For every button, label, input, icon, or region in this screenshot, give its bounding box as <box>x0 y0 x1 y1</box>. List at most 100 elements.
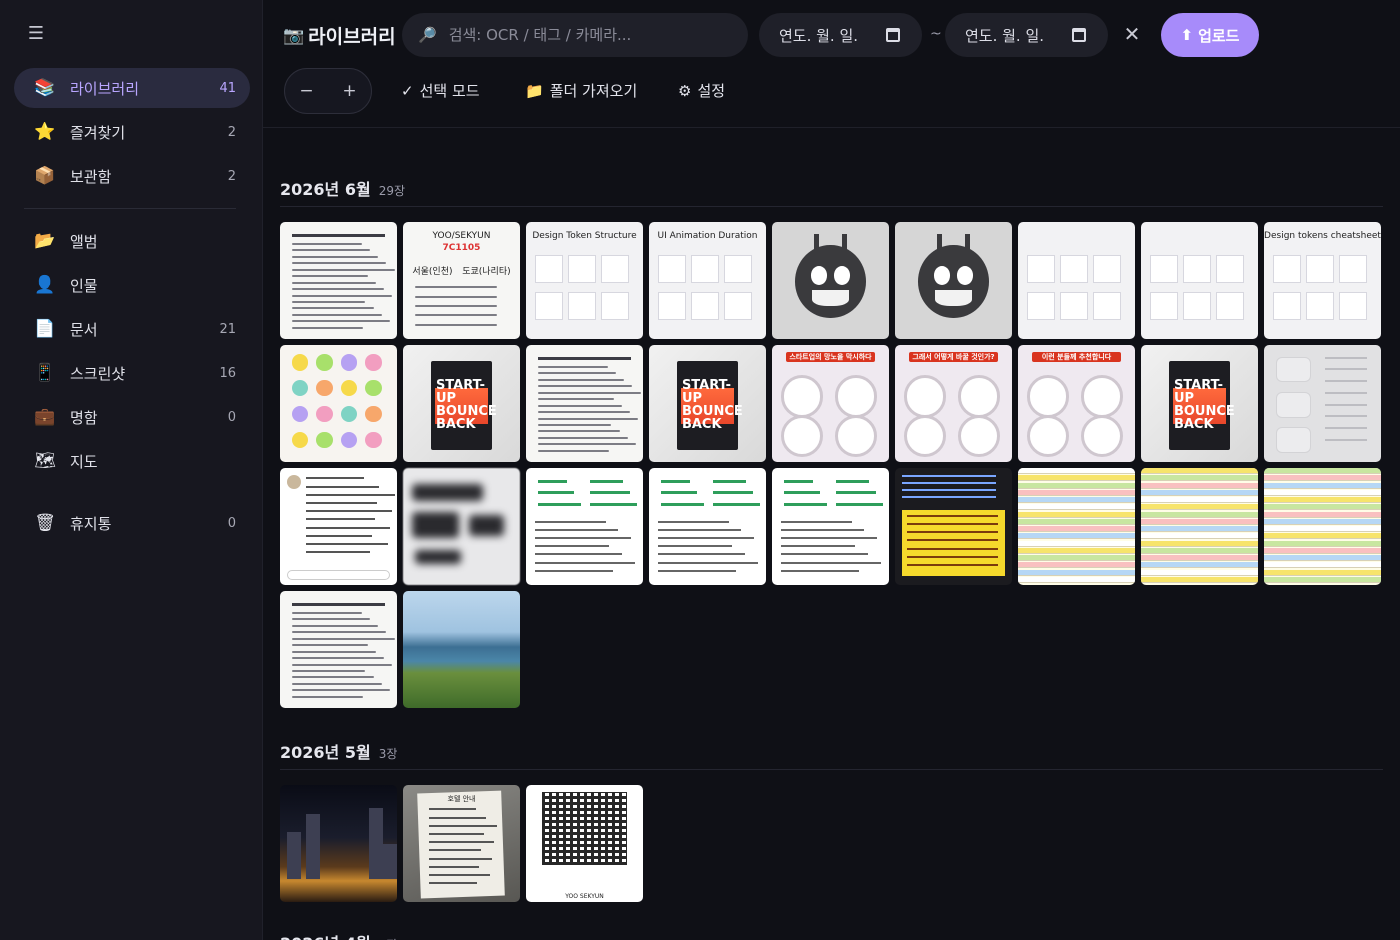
sheet-row <box>1141 576 1258 583</box>
highlighted-text-screenshot[interactable] <box>895 468 1012 585</box>
ui-line <box>1324 426 1367 429</box>
sidebar-item-count: 0 <box>227 409 236 425</box>
ui-line <box>1324 368 1367 371</box>
spreadsheet-screenshot-2[interactable] <box>1141 468 1258 585</box>
review-screenshot-1[interactable] <box>526 468 643 585</box>
slide-box <box>1150 254 1179 283</box>
rating-bar <box>660 479 690 483</box>
sidebar-item[interactable]: 💼 명함 0 <box>14 397 250 437</box>
review-screenshot-3[interactable] <box>772 468 889 585</box>
rating-bar <box>836 503 884 507</box>
blurred-screenshot[interactable] <box>403 468 520 585</box>
sidebar-item[interactable]: ⭐ 즐겨찾기 2 <box>14 112 250 152</box>
plush-toy <box>316 354 333 371</box>
sidebar-item-label: 명함 <box>70 408 98 427</box>
receipt-line <box>428 841 495 844</box>
rating-bar <box>836 491 877 495</box>
calendar-icon[interactable] <box>1072 28 1086 42</box>
sidebar-item[interactable]: 📄 문서 21 <box>14 309 250 349</box>
upload-button[interactable]: ⬆ 업로드 <box>1161 13 1259 57</box>
layout-diagram[interactable] <box>1141 222 1258 339</box>
monster-figure-image-1[interactable] <box>772 222 889 339</box>
search-input[interactable] <box>448 26 729 44</box>
plush-toy <box>316 380 333 397</box>
receipt-line <box>428 808 476 811</box>
ui-components-screenshot[interactable] <box>1264 345 1381 462</box>
date-to-text: 연도. 월. 일. <box>965 26 1045 45</box>
highlight-line <box>906 547 998 550</box>
sheet-row <box>1141 497 1258 504</box>
text-document-page[interactable] <box>526 345 643 462</box>
startup-bounce-back-book-1[interactable]: START- UP BOUNCE BACK <box>403 345 520 462</box>
sidebar-item[interactable]: 📂 앨범 <box>14 221 250 261</box>
spreadsheet-screenshot-1[interactable] <box>1018 468 1135 585</box>
date-to-field[interactable]: 연도. 월. 일. <box>945 13 1108 57</box>
trash-icon: 🗑 <box>34 513 56 533</box>
startup-bounce-back-book-2[interactable]: START- UP BOUNCE BACK <box>649 345 766 462</box>
review-screenshot-2[interactable] <box>649 468 766 585</box>
search-box[interactable]: 🔎 <box>402 13 748 57</box>
review-line <box>781 561 881 564</box>
wireframe-diagram[interactable] <box>1018 222 1135 339</box>
doc-line <box>537 417 639 420</box>
zoom-in-button[interactable]: + <box>338 81 362 101</box>
receipt-line <box>428 857 492 860</box>
hamburger-menu-icon[interactable]: ☰ <box>26 24 46 44</box>
settings-button[interactable]: ⚙ 설정 <box>678 80 725 101</box>
design-token-structure-slide[interactable]: Design Token Structure <box>526 222 643 339</box>
monster-figure-image-2[interactable] <box>895 222 1012 339</box>
korean-text-document[interactable] <box>280 591 397 708</box>
select-mode-button[interactable]: ✓ 선택 모드 <box>401 80 480 101</box>
startup-bounce-back-book-3[interactable]: START- UP BOUNCE BACK <box>1141 345 1258 462</box>
select-mode-label: 선택 모드 <box>419 82 480 100</box>
startup-infographic-1[interactable]: 스타트업의 망노을 막시하다 <box>772 345 889 462</box>
section-count: 5장 <box>379 936 398 940</box>
sidebar-item[interactable]: 📱 스크린샷 16 <box>14 353 250 393</box>
handwritten-notes-photo[interactable] <box>280 222 397 339</box>
receipt-photo[interactable]: 호텔 안내 <box>403 785 520 902</box>
chat-line <box>305 534 373 537</box>
infographic-circle <box>781 375 824 418</box>
sidebar-item[interactable]: 👤 인물 <box>14 265 250 305</box>
sheet-row <box>1018 511 1135 518</box>
chat-line <box>305 542 388 545</box>
doc-line <box>291 275 368 278</box>
sidebar-divider <box>24 208 236 209</box>
doc-heading <box>537 356 632 360</box>
design-tokens-cheatsheet[interactable]: Design tokens cheatsheet <box>1264 222 1381 339</box>
startup-infographic-2[interactable]: 그래서 어떻게 바꿀 것인가? <box>895 345 1012 462</box>
night-city-photo[interactable] <box>280 785 397 902</box>
qr-code-image[interactable]: YOO SEKYUN <box>526 785 643 902</box>
toolbar-divider <box>263 127 1400 128</box>
doc-line <box>291 669 366 672</box>
import-folder-button[interactable]: 📁 폴더 가져오기 <box>525 80 637 101</box>
seaside-photo[interactable] <box>403 591 520 708</box>
startup-infographic-3[interactable]: 이런 분들께 추천합니다 <box>1018 345 1135 462</box>
doc-line <box>291 249 371 252</box>
doc-line <box>291 612 362 615</box>
thumb-text: YOO/SEKYUN <box>432 231 491 242</box>
ui-animation-duration-slide[interactable]: UI Animation Duration <box>649 222 766 339</box>
clear-date-icon[interactable]: ✕ <box>1120 22 1144 46</box>
spreadsheet-screenshot-3[interactable] <box>1264 468 1381 585</box>
slide-box <box>1215 254 1244 283</box>
review-line <box>658 569 736 572</box>
social-post-screenshot[interactable] <box>280 468 397 585</box>
building <box>368 808 383 879</box>
infographic-circle <box>958 375 1001 418</box>
date-from-field[interactable]: 연도. 월. 일. <box>759 13 922 57</box>
sidebar-item[interactable]: 🗺 지도 <box>14 441 250 481</box>
rating-bar <box>783 503 827 507</box>
boarding-pass-screenshot[interactable]: YOO/SEKYUN 7C1105 서울(인천) 도쿄(나리타) <box>403 222 520 339</box>
slide-box <box>1027 254 1056 283</box>
calendar-icon[interactable] <box>886 28 900 42</box>
plush-toys-image[interactable] <box>280 345 397 462</box>
sidebar-item[interactable]: 📦 보관함 2 <box>14 156 250 196</box>
sidebar-item[interactable]: 🗑 휴지통 0 <box>14 503 250 543</box>
receipt-line <box>428 882 477 885</box>
sidebar-item[interactable]: 📚 라이브러리 41 <box>14 68 250 108</box>
slide-box <box>600 292 629 321</box>
plush-toy <box>316 405 333 423</box>
zoom-out-button[interactable]: − <box>295 81 319 101</box>
thumb-text: 7C1105 <box>442 243 481 254</box>
